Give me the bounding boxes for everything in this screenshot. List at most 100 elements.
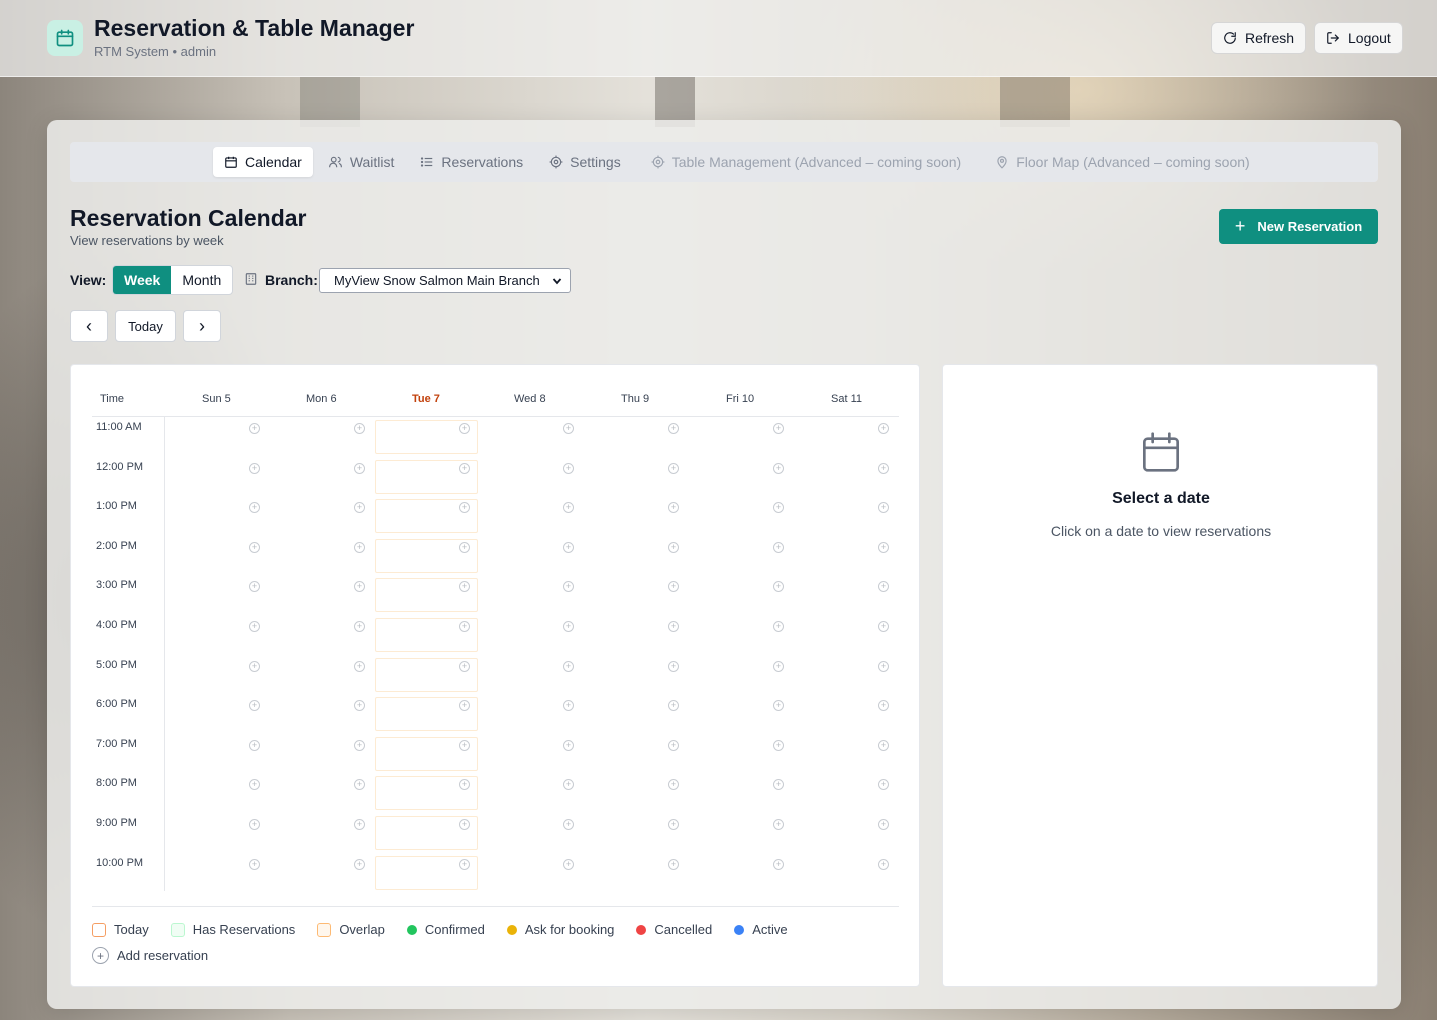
view-month-button[interactable]: Month: [171, 266, 232, 294]
tab-reservations[interactable]: Reservations: [409, 147, 534, 177]
add-slot-plus-icon[interactable]: +: [249, 739, 260, 751]
day-header[interactable]: Thu 9: [621, 393, 649, 405]
add-slot-plus-icon[interactable]: +: [459, 858, 470, 870]
add-slot-plus-icon[interactable]: +: [354, 581, 365, 593]
add-slot-plus-icon[interactable]: +: [773, 502, 784, 514]
add-slot-plus-icon[interactable]: +: [354, 819, 365, 830]
add-slot-plus-icon[interactable]: +: [773, 660, 784, 672]
add-slot-plus-icon[interactable]: +: [459, 462, 470, 474]
add-slot-plus-icon[interactable]: +: [773, 462, 784, 474]
add-slot-plus-icon[interactable]: +: [459, 739, 470, 751]
add-slot-plus-icon[interactable]: +: [668, 739, 679, 751]
add-slot-plus-icon[interactable]: +: [249, 462, 260, 474]
add-slot-plus-icon[interactable]: +: [249, 621, 260, 632]
add-slot-plus-icon[interactable]: +: [563, 700, 574, 712]
tab-table-management[interactable]: Table Management (Advanced – coming soon…: [640, 147, 973, 177]
today-button[interactable]: Today: [115, 310, 176, 342]
add-slot-plus-icon[interactable]: +: [878, 819, 889, 830]
add-slot-plus-icon[interactable]: +: [563, 541, 574, 553]
add-slot-plus-icon[interactable]: +: [668, 858, 679, 870]
add-slot-plus-icon[interactable]: +: [354, 621, 365, 632]
add-slot-plus-icon[interactable]: +: [459, 819, 470, 830]
add-slot-plus-icon[interactable]: +: [249, 502, 260, 514]
tab-floor-map[interactable]: Floor Map (Advanced – coming soon): [984, 147, 1260, 177]
add-slot-plus-icon[interactable]: +: [563, 779, 574, 791]
add-slot-plus-icon[interactable]: +: [563, 423, 574, 434]
add-slot-plus-icon[interactable]: +: [668, 502, 679, 514]
add-slot-plus-icon[interactable]: +: [878, 700, 889, 712]
add-slot-plus-icon[interactable]: +: [773, 581, 784, 593]
add-slot-plus-icon[interactable]: +: [354, 541, 365, 553]
add-slot-plus-icon[interactable]: +: [459, 660, 470, 672]
add-slot-plus-icon[interactable]: +: [354, 739, 365, 751]
add-slot-plus-icon[interactable]: +: [878, 779, 889, 791]
add-slot-plus-icon[interactable]: +: [878, 423, 889, 434]
add-slot-plus-icon[interactable]: +: [878, 621, 889, 632]
day-header[interactable]: Sat 11: [831, 393, 862, 405]
add-slot-plus-icon[interactable]: +: [354, 660, 365, 672]
add-slot-plus-icon[interactable]: +: [878, 502, 889, 514]
add-slot-plus-icon[interactable]: +: [878, 541, 889, 553]
add-slot-plus-icon[interactable]: +: [773, 621, 784, 632]
add-slot-plus-icon[interactable]: +: [249, 581, 260, 593]
add-slot-plus-icon[interactable]: +: [773, 819, 784, 830]
prev-week-button[interactable]: ‹: [70, 310, 108, 342]
add-slot-plus-icon[interactable]: +: [773, 700, 784, 712]
add-slot-plus-icon[interactable]: +: [668, 700, 679, 712]
tab-waitlist[interactable]: Waitlist: [317, 147, 406, 177]
add-slot-plus-icon[interactable]: +: [354, 462, 365, 474]
day-header[interactable]: Fri 10: [726, 393, 754, 405]
add-slot-plus-icon[interactable]: +: [563, 660, 574, 672]
add-slot-plus-icon[interactable]: +: [878, 739, 889, 751]
add-slot-plus-icon[interactable]: +: [249, 541, 260, 553]
add-slot-plus-icon[interactable]: +: [668, 581, 679, 593]
day-header[interactable]: Sun 5: [202, 393, 231, 405]
add-slot-plus-icon[interactable]: +: [878, 581, 889, 593]
add-slot-plus-icon[interactable]: +: [563, 621, 574, 632]
add-slot-plus-icon[interactable]: +: [668, 779, 679, 791]
add-slot-plus-icon[interactable]: +: [563, 858, 574, 870]
add-slot-plus-icon[interactable]: +: [249, 423, 260, 434]
add-slot-plus-icon[interactable]: +: [668, 462, 679, 474]
view-week-button[interactable]: Week: [113, 266, 172, 294]
add-slot-plus-icon[interactable]: +: [668, 621, 679, 632]
day-header[interactable]: Tue 7: [412, 393, 440, 405]
next-week-button[interactable]: ›: [183, 310, 221, 342]
add-slot-plus-icon[interactable]: +: [668, 541, 679, 553]
refresh-button[interactable]: Refresh: [1211, 22, 1307, 54]
add-slot-plus-icon[interactable]: +: [354, 700, 365, 712]
add-slot-plus-icon[interactable]: +: [354, 858, 365, 870]
tab-settings[interactable]: Settings: [538, 147, 632, 177]
add-slot-plus-icon[interactable]: +: [668, 660, 679, 672]
add-slot-plus-icon[interactable]: +: [563, 462, 574, 474]
add-slot-plus-icon[interactable]: +: [878, 462, 889, 474]
add-slot-plus-icon[interactable]: +: [249, 660, 260, 672]
add-slot-plus-icon[interactable]: +: [668, 423, 679, 434]
add-slot-plus-icon[interactable]: +: [773, 423, 784, 434]
logout-button[interactable]: Logout: [1314, 22, 1403, 54]
add-slot-plus-icon[interactable]: +: [354, 779, 365, 791]
branch-select[interactable]: MyView Snow Salmon Main Branch: [319, 268, 571, 293]
add-slot-plus-icon[interactable]: +: [878, 858, 889, 870]
add-slot-plus-icon[interactable]: +: [773, 739, 784, 751]
add-slot-plus-icon[interactable]: +: [354, 423, 365, 434]
add-slot-plus-icon[interactable]: +: [249, 858, 260, 870]
add-slot-plus-icon[interactable]: +: [249, 700, 260, 712]
add-slot-plus-icon[interactable]: +: [773, 779, 784, 791]
add-slot-plus-icon[interactable]: +: [773, 541, 784, 553]
add-slot-plus-icon[interactable]: +: [459, 621, 470, 632]
add-slot-plus-icon[interactable]: +: [249, 819, 260, 830]
add-slot-plus-icon[interactable]: +: [563, 819, 574, 830]
add-slot-plus-icon[interactable]: +: [878, 660, 889, 672]
tab-calendar[interactable]: Calendar: [213, 147, 313, 177]
add-slot-plus-icon[interactable]: +: [354, 502, 365, 514]
add-slot-plus-icon[interactable]: +: [459, 541, 470, 553]
add-slot-plus-icon[interactable]: +: [563, 739, 574, 751]
new-reservation-button[interactable]: + New Reservation: [1219, 209, 1378, 244]
add-slot-plus-icon[interactable]: +: [249, 779, 260, 791]
add-slot-plus-icon[interactable]: +: [668, 819, 679, 830]
add-slot-plus-icon[interactable]: +: [459, 423, 470, 434]
add-slot-plus-icon[interactable]: +: [563, 502, 574, 514]
add-slot-plus-icon[interactable]: +: [563, 581, 574, 593]
day-header[interactable]: Wed 8: [514, 393, 546, 405]
